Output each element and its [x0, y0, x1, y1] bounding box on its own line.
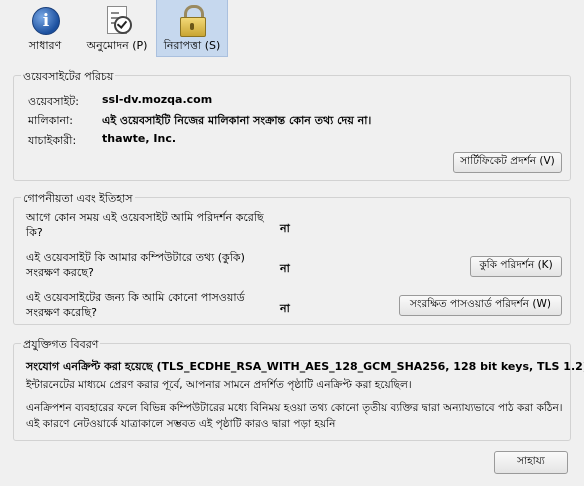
- tab-general[interactable]: i সাধারণ: [20, 0, 70, 56]
- website-identity-title: ওয়েবসাইটের পরিচয়: [21, 68, 116, 87]
- cookies-answer: না: [280, 262, 290, 275]
- tab-permissions[interactable]: অনুমোদন (P): [82, 0, 152, 56]
- privacy-history-group: গোপনীয়তা এবং ইতিহাস আগে কোন সময় এই ওয়…: [13, 190, 571, 325]
- privacy-history-title: গোপনীয়তা এবং ইতিহাস: [21, 190, 135, 209]
- tab-security[interactable]: নিরাপত্তা (S): [156, 0, 228, 57]
- info-icon: i: [29, 4, 61, 35]
- technical-details-title: প্রযুক্তিগত বিবরণ: [21, 336, 101, 355]
- tab-bar: i সাধারণ অনুমোদন (P) নিরাপত্তা (S): [0, 0, 584, 60]
- help-button[interactable]: সাহায্য: [494, 451, 568, 474]
- lock-icon: [176, 4, 208, 37]
- tab-permissions-label: অনুমোদন (P): [86, 39, 148, 52]
- verifier-value: thawte, Inc.: [102, 132, 177, 145]
- website-identity-group: ওয়েবসাইটের পরিচয় ওয়েবসাইট: ssl-dv.moz…: [13, 68, 571, 181]
- encryption-explanation-2: এনক্রিপশন ব্যবহারের ফলে বিভিন্ন কম্পিউটা…: [26, 402, 563, 430]
- permissions-icon: [101, 4, 133, 34]
- owner-label: মালিকানা:: [28, 114, 73, 127]
- view-certificate-button[interactable]: সার্টিফিকেট প্রদর্শন (V): [453, 152, 562, 173]
- visited-question: আগে কোন সময় এই ওয়েবসাইট আমি পরিদর্শন ক…: [26, 211, 264, 239]
- tab-general-label: সাধারণ: [28, 39, 62, 52]
- cookies-question: এই ওয়েবসাইট কি আমার কম্পিউটারে তথ্য (কু…: [26, 251, 245, 279]
- technical-details-group: প্রযুক্তিগত বিবরণ সংযোগ এনক্রিপ্ট করা হয…: [13, 336, 584, 441]
- visited-answer: না: [280, 222, 290, 235]
- passwords-question: এই ওয়েবসাইটের জন্য কি আমি কোনো পাসওয়ার…: [26, 291, 245, 319]
- owner-value: এই ওয়েবসাইটি নিজের মালিকানা সংক্রান্ত ক…: [102, 114, 372, 127]
- tab-security-label: নিরাপত্তা (S): [163, 39, 221, 52]
- view-saved-passwords-button[interactable]: সংরক্ষিত পাসওয়ার্ড পরিদর্শন (W): [399, 295, 562, 316]
- website-value: ssl-dv.mozqa.com: [102, 93, 213, 106]
- website-label: ওয়েবসাইট:: [28, 95, 79, 108]
- view-cookies-button[interactable]: কুকি পরিদর্শন (K): [470, 256, 562, 277]
- encryption-explanation-1: ইন্টারনেটের মাধ্যমে প্রেরণ করার পূর্বে, …: [26, 379, 412, 391]
- passwords-answer: না: [280, 302, 290, 315]
- connection-encrypted-text: সংযোগ এনক্রিপ্ট করা হয়েছে (TLS_ECDHE_RS…: [26, 360, 584, 373]
- verifier-label: যাচাইকারী:: [28, 134, 77, 147]
